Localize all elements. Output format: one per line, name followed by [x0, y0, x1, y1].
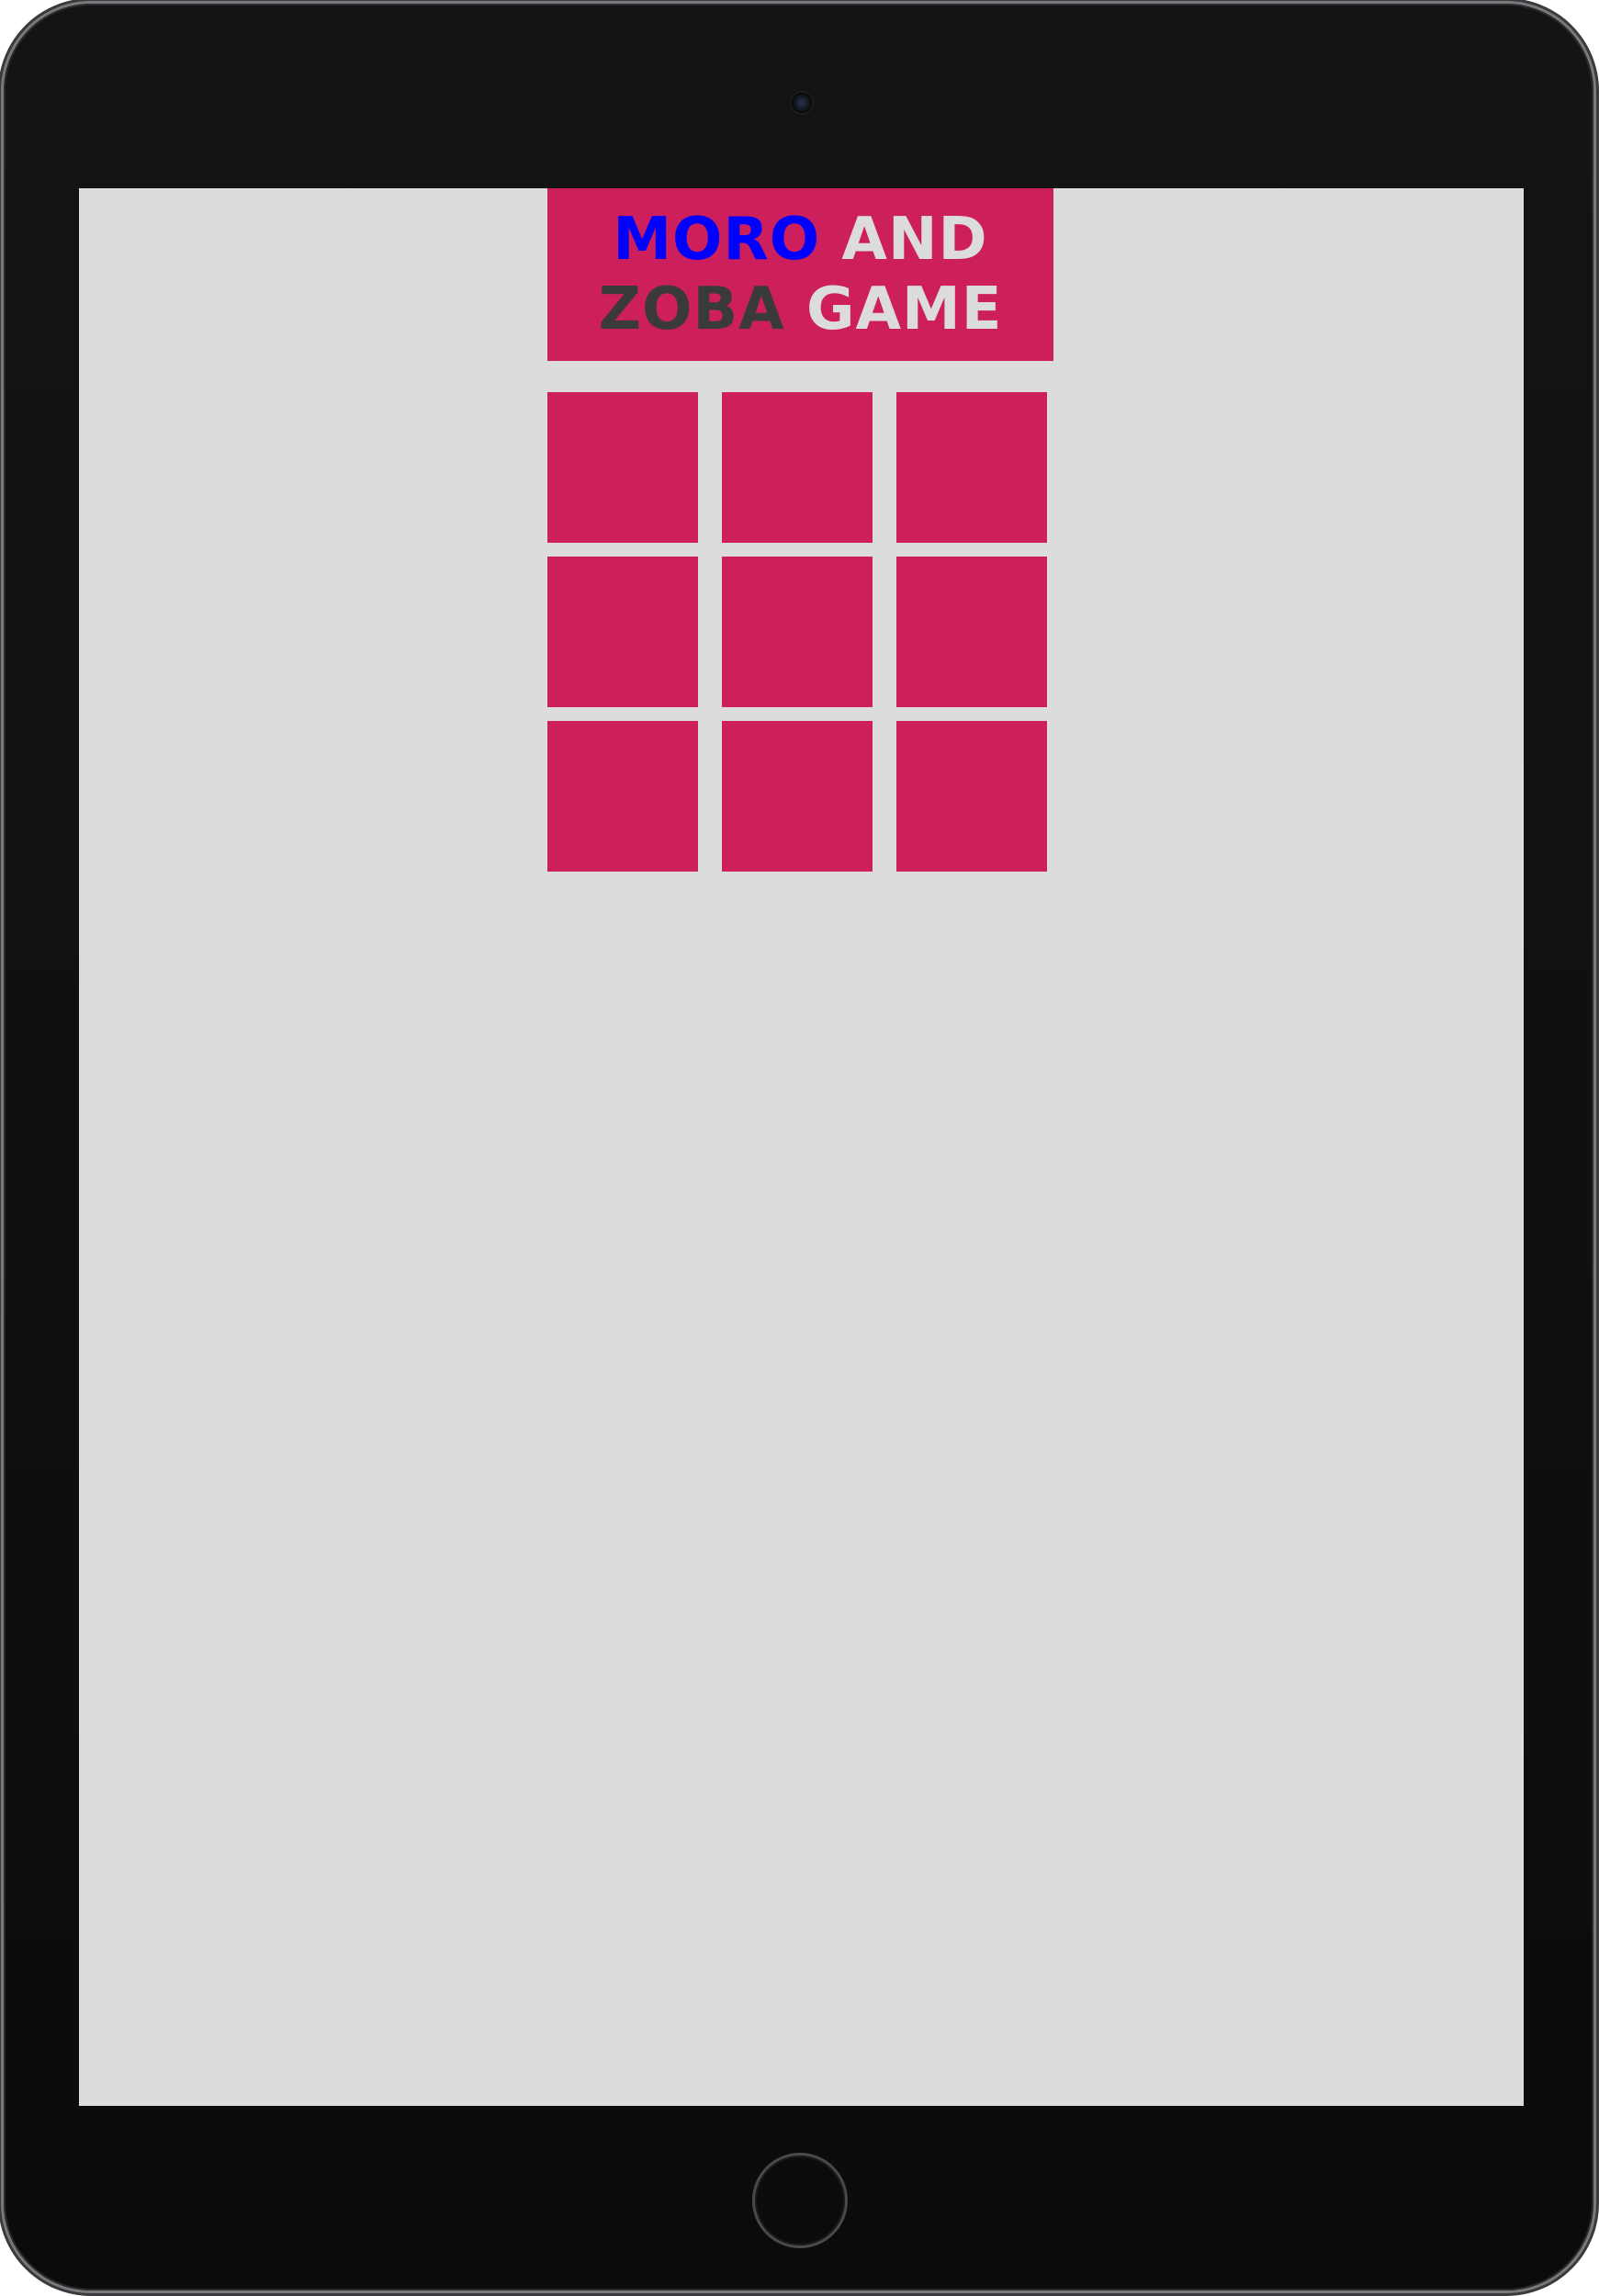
tablet-frame: MORO AND ZOBA GAME: [4, 4, 1593, 2290]
board-cell-3[interactable]: [896, 392, 1047, 543]
title-line-2: ZOBA GAME: [599, 275, 1003, 344]
title-word-game: GAME: [805, 276, 1003, 343]
board-cell-5[interactable]: [722, 557, 873, 707]
board-cell-7[interactable]: [547, 721, 698, 872]
title-line-1: MORO AND: [613, 205, 987, 275]
title-word-zoba: ZOBA: [598, 276, 785, 343]
game-board: [547, 392, 1047, 872]
camera-icon: [792, 93, 812, 113]
title-word-and: AND: [841, 206, 988, 274]
board-cell-8[interactable]: [722, 721, 873, 872]
home-button[interactable]: [755, 2155, 845, 2245]
board-cell-6[interactable]: [896, 557, 1047, 707]
game-title: MORO AND ZOBA GAME: [547, 188, 1053, 361]
board-cell-4[interactable]: [547, 557, 698, 707]
board-cell-2[interactable]: [722, 392, 873, 543]
board-cell-1[interactable]: [547, 392, 698, 543]
board-cell-9[interactable]: [896, 721, 1047, 872]
title-word-moro: MORO: [613, 206, 821, 274]
app-screen: MORO AND ZOBA GAME: [79, 188, 1524, 2106]
